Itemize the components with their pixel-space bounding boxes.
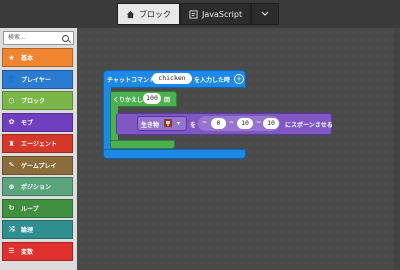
add-parameter-icon[interactable]: + <box>234 74 244 84</box>
tab-javascript-label: JavaScript <box>202 9 243 19</box>
repeat-label: くりかえし <box>113 97 144 104</box>
position-y-input[interactable]: 10 <box>237 118 253 129</box>
person-icon: 👤 <box>7 75 16 83</box>
category-7[interactable]: ↻ ループ <box>2 198 73 218</box>
block-palette: 検索... ★ 基本 👤 プレイヤー ⬡ ブロック ✿ モブ ♜ エージェント ✎ ゲームプレイ ⊕ ポジ… <box>0 28 77 270</box>
chicken-icon <box>164 119 172 127</box>
wrench-icon: ✎ <box>8 161 15 169</box>
repeat-times-label: 回 <box>164 97 171 104</box>
relative-tilde: ~ <box>229 119 235 126</box>
category-label: ゲームプレイ <box>21 162 57 170</box>
category-label: ループ <box>21 205 39 213</box>
chat-command-input[interactable]: chicken <box>152 73 192 84</box>
code-icon <box>189 9 198 19</box>
relative-tilde: ~ <box>256 119 262 126</box>
category-3[interactable]: ✿ モブ <box>2 112 73 132</box>
workspace-scrollbar[interactable] <box>394 28 400 270</box>
category-label: エージェント <box>21 141 57 148</box>
chat-command-label: チャットコマンド <box>107 77 155 84</box>
loop-icon: ↻ <box>8 204 15 212</box>
house-icon <box>126 10 135 18</box>
star-icon: ★ <box>8 53 15 62</box>
cube-icon: ⬡ <box>8 96 15 105</box>
list-icon: ☰ <box>8 247 15 255</box>
mob-label: 生き物 <box>141 122 160 129</box>
category-8[interactable]: ⤨ 論理 <box>2 220 73 239</box>
search-icon <box>62 35 69 42</box>
category-4[interactable]: ♜ エージェント <box>2 134 73 153</box>
tab-blocks[interactable]: ブロック <box>117 3 180 25</box>
mob-dropdown-arrow: ▾ <box>177 120 181 127</box>
tab-javascript[interactable]: JavaScript <box>180 3 252 25</box>
position-x-input[interactable]: 0 <box>211 118 226 129</box>
spawn-suffix: にスポーンさせる <box>285 122 333 129</box>
category-label: ブロック <box>21 98 46 105</box>
category-label: 論理 <box>21 227 34 234</box>
category-label: 変数 <box>21 248 34 256</box>
search-placeholder: 検索... <box>8 34 26 41</box>
chevron-down-icon <box>261 11 269 16</box>
repeat-block-foot <box>110 140 175 149</box>
category-label: モブ <box>21 119 34 127</box>
category-label: 基本 <box>21 55 34 62</box>
target-icon: ⊕ <box>8 182 15 191</box>
editor-tabs: ブロック JavaScript <box>117 3 280 25</box>
category-0[interactable]: ★ 基本 <box>2 48 73 67</box>
category-5[interactable]: ✎ ゲームプレイ <box>2 155 73 175</box>
editor-menu-button[interactable] <box>251 3 280 25</box>
agent-icon: ♜ <box>8 139 15 148</box>
category-9[interactable]: ☰ 変数 <box>2 241 73 261</box>
chat-command-block-foot <box>103 149 246 159</box>
position-z-input[interactable]: 10 <box>263 118 279 129</box>
spawn-at-label: を <box>190 122 197 129</box>
search-input[interactable]: 検索... <box>3 31 74 45</box>
category-6[interactable]: ⊕ ポジション <box>2 177 73 196</box>
tab-blocks-label: ブロック <box>139 9 171 19</box>
relative-tilde: ~ <box>202 119 208 126</box>
category-label: プレイヤー <box>21 76 51 84</box>
repeat-count-input[interactable]: 100 <box>143 93 161 104</box>
category-1[interactable]: 👤 プレイヤー <box>2 69 73 89</box>
category-label: ポジション <box>21 184 52 191</box>
category-2[interactable]: ⬡ ブロック <box>2 91 73 110</box>
top-bar: ブロック JavaScript <box>0 0 400 28</box>
paw-icon: ✿ <box>8 118 15 126</box>
shuffle-icon: ⤨ <box>8 225 15 233</box>
chat-command-suffix: を入力した時 <box>194 77 231 84</box>
